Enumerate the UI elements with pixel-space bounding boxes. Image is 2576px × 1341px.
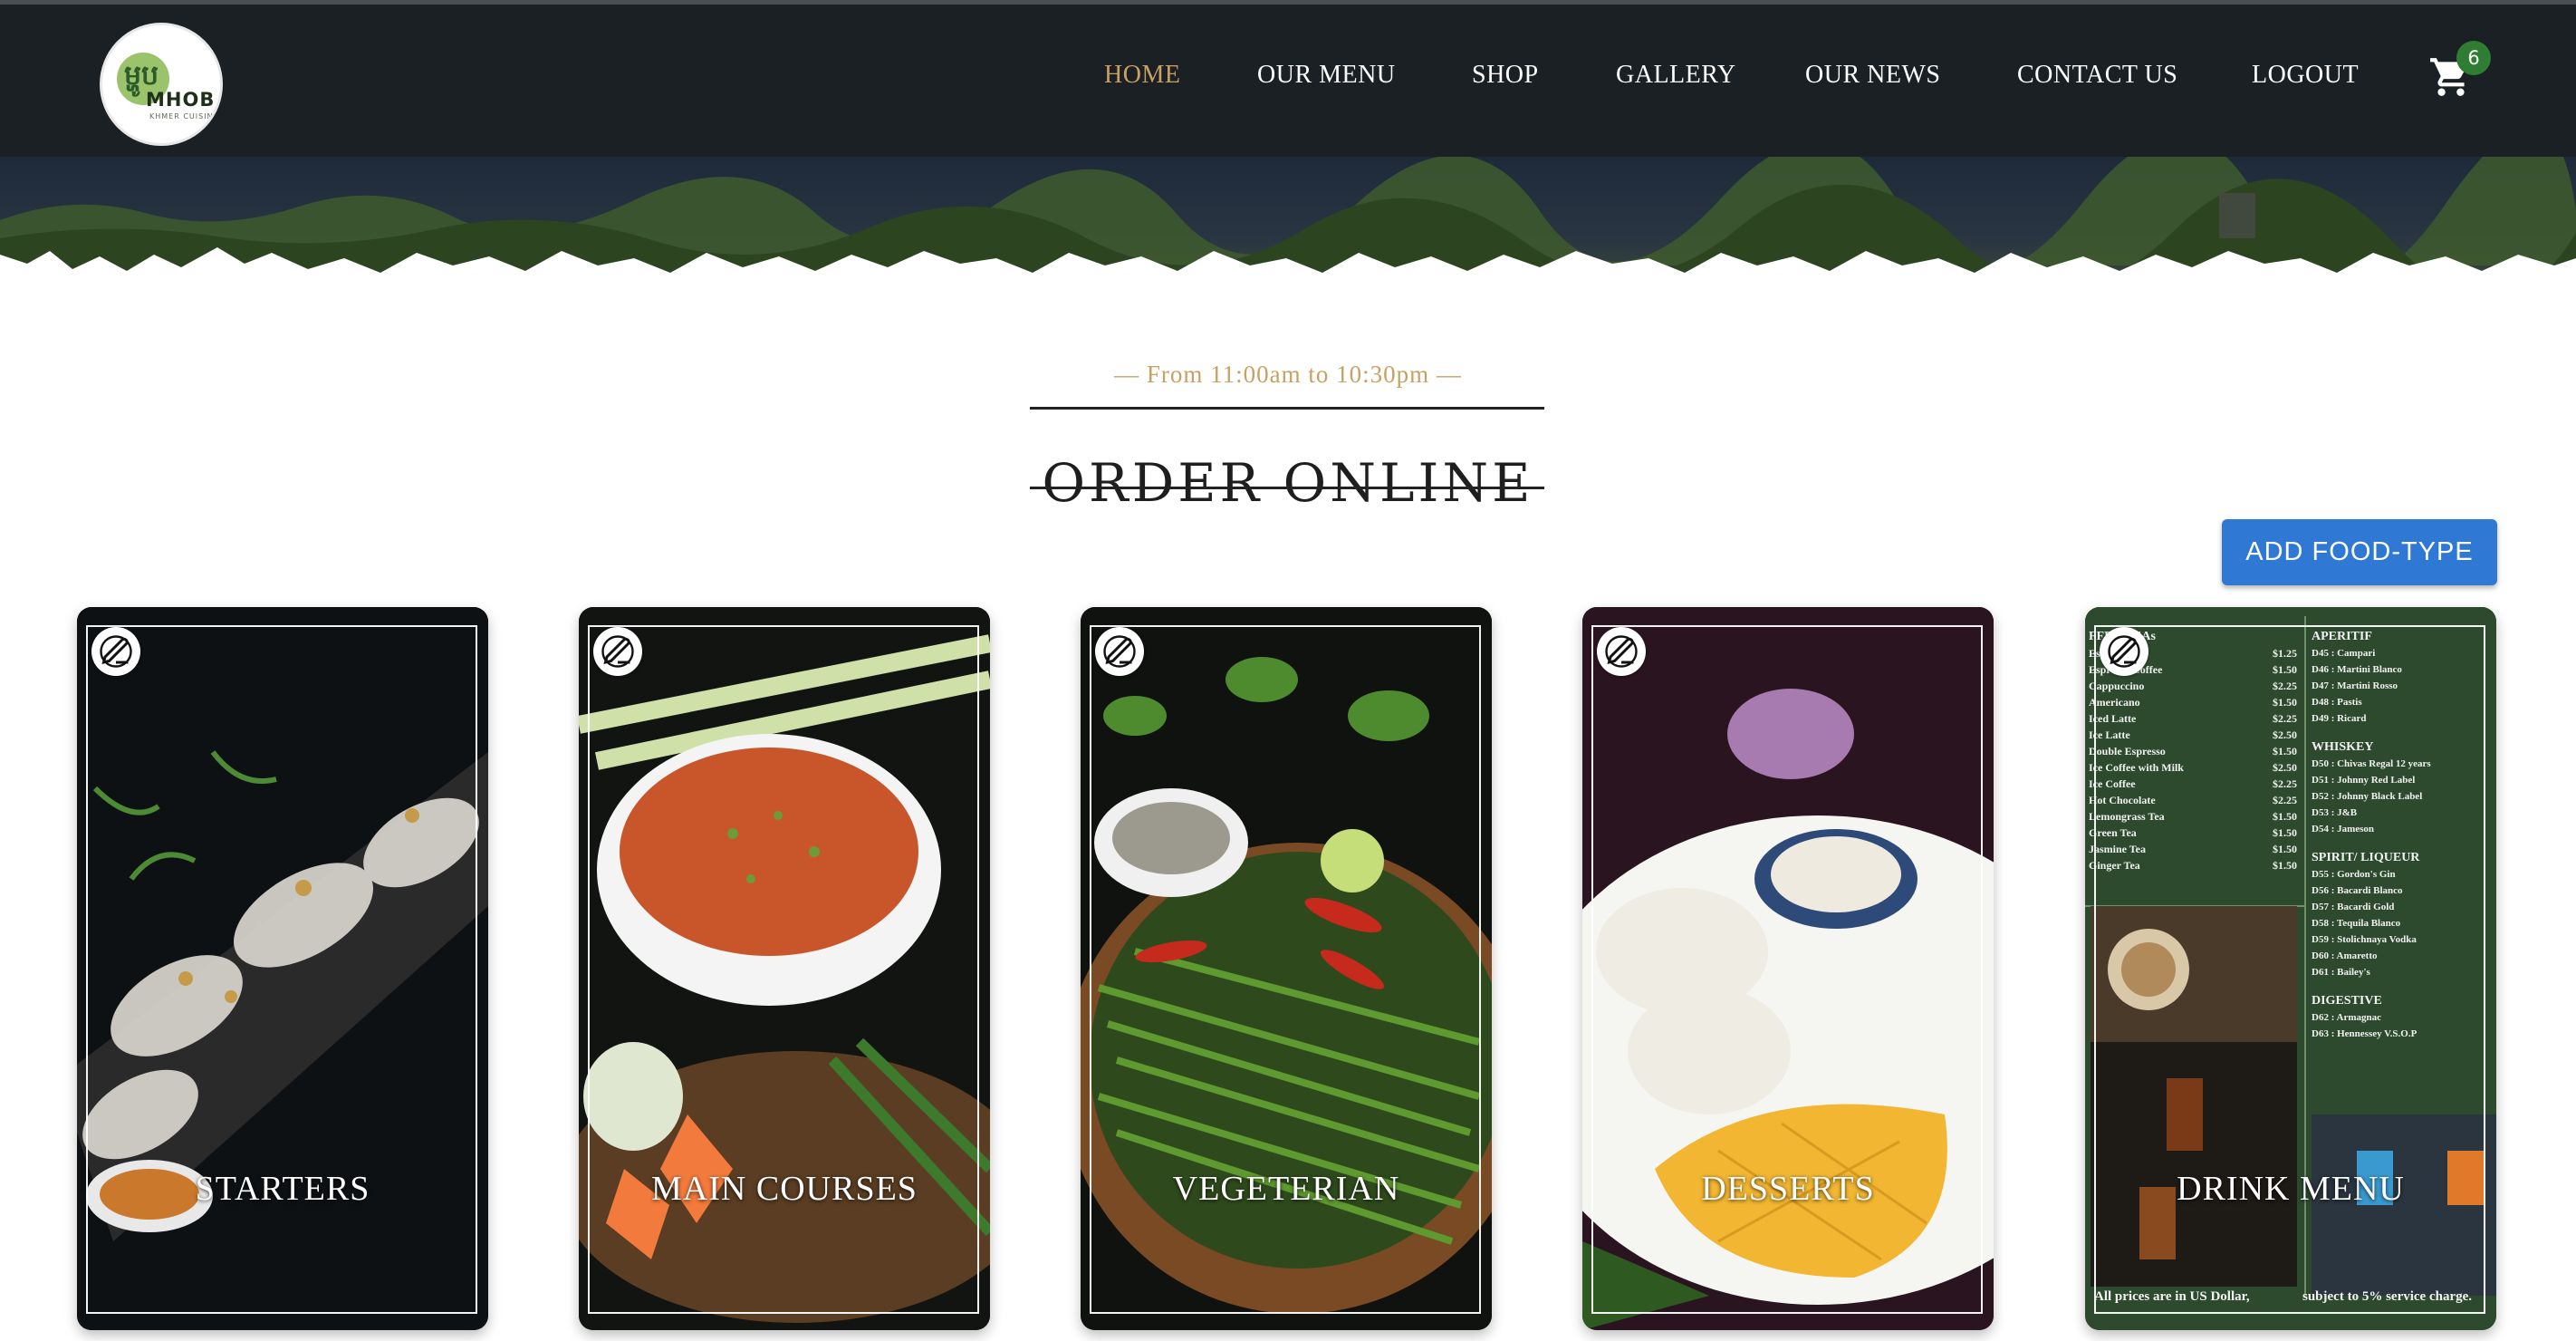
drink-menu-item-name: Hot Chocolate — [2089, 794, 2156, 806]
drink-menu-item-name: Americano — [2089, 696, 2140, 709]
drink-menu-item-price: $1.50 — [2273, 826, 2297, 839]
drink-menu-item-name: Ginger Tea — [2089, 859, 2140, 872]
category-card-vegeterian[interactable]: VEGETERIAN — [1081, 607, 1492, 1330]
drink-menu-item-price: $2.25 — [2273, 712, 2297, 725]
drink-menu-item-name: Iced Latte — [2089, 712, 2137, 725]
drink-menu-item: D63 : Hennessey V.S.O.P — [2312, 1028, 2417, 1039]
drink-menu-item-name: Ice Coffee — [2089, 777, 2136, 790]
drink-menu-item: D62 : Armagnac — [2312, 1012, 2381, 1023]
edit-icon[interactable] — [91, 627, 140, 676]
drink-menu-item: D54 : Jameson — [2312, 824, 2374, 835]
drink-menu-item-name: Lemongrass Tea — [2089, 810, 2165, 823]
drink-menu-item-price: $1.50 — [2273, 843, 2297, 855]
drink-menu-item: D61 : Bailey's — [2312, 967, 2370, 978]
drink-menu-item-price: $2.50 — [2273, 761, 2297, 774]
starters-image — [77, 607, 488, 1330]
drink-menu-item-price: $2.50 — [2273, 728, 2297, 741]
drink-menu-footer-left: All prices are in US Dollar, — [2094, 1289, 2250, 1304]
opening-hours: — From 11:00am to 10:30pm — — [1114, 361, 1462, 388]
cart-count-badge: 6 — [2456, 41, 2491, 75]
main-courses-image — [579, 607, 990, 1330]
drink-menu-item: D57 : Bacardi Gold — [2312, 902, 2394, 912]
category-card-desserts[interactable]: DESSERTS — [1582, 607, 1994, 1330]
main-nav: HOME OUR MENU SHOP GALLERY OUR NEWS CONT… — [0, 61, 2576, 97]
category-card-starters[interactable]: STARTERS — [77, 607, 488, 1330]
drink-menu-item: D50 : Chivas Regal 12 years — [2312, 758, 2431, 769]
title-rule-top — [1030, 407, 1544, 410]
nav-item-contact-us[interactable]: CONTACT US — [2017, 61, 2177, 90]
drink-menu-section-header: APERITIF — [2312, 630, 2372, 643]
category-card-drink-menu[interactable]: FFEE/TEAsEspresso$1.25Espresso Coffee$1.… — [2085, 607, 2496, 1330]
drink-menu-item-name: Ice Latte — [2089, 728, 2130, 741]
drink-menu-item-price: $1.50 — [2273, 663, 2297, 676]
drink-menu-item: D51 : Johnny Red Label — [2312, 775, 2415, 786]
drink-menu-item-name: Double Espresso — [2089, 745, 2166, 757]
drink-menu-section-header: WHISKEY — [2312, 740, 2373, 754]
card-label: MAIN COURSES — [651, 1170, 918, 1208]
drink-menu-item-price: $1.50 — [2273, 810, 2297, 823]
drink-menu-item-price: $1.50 — [2273, 696, 2297, 709]
drink-menu-item-price: $1.50 — [2273, 859, 2297, 872]
drink-menu-item: D47 : Martini Rosso — [2312, 680, 2398, 691]
drink-menu-item: D46 : Martini Blanco — [2312, 664, 2402, 675]
card-label: VEGETERIAN — [1172, 1170, 1400, 1208]
card-label: STARTERS — [195, 1170, 370, 1208]
drink-menu-item: D53 : J&B — [2312, 807, 2358, 818]
drink-menu-section-header: SPIRIT/ LIQUEUR — [2312, 851, 2420, 864]
drink-menu-image: FFEE/TEAsEspresso$1.25Espresso Coffee$1.… — [2085, 607, 2496, 1330]
title-rule-bottom — [1030, 487, 1544, 489]
drink-menu-item: D60 : Amaretto — [2312, 950, 2378, 961]
drink-menu-item: D48 : Pastis — [2312, 697, 2362, 708]
drink-menu-item-name: Cappuccino — [2089, 680, 2144, 692]
category-card-main-courses[interactable]: MAIN COURSES — [579, 607, 990, 1330]
drink-menu-item: D58 : Tequila Blanco — [2312, 918, 2401, 929]
nav-item-logout[interactable]: LOGOUT — [2252, 61, 2359, 90]
drink-menu-footer-right: subject to 5% service charge. — [2302, 1289, 2472, 1304]
edit-icon[interactable] — [593, 627, 642, 676]
drink-menu-item-price: $2.25 — [2273, 777, 2297, 790]
drink-menu-item-name: Ice Coffee with Milk — [2089, 761, 2184, 774]
drink-menu-item: D56 : Bacardi Blanco — [2312, 885, 2403, 896]
drink-menu-item: D59 : Stolichnaya Vodka — [2312, 934, 2417, 945]
page-title: ORDER ONLINE — [1042, 451, 1534, 514]
nav-item-gallery[interactable]: GALLERY — [1616, 61, 1736, 90]
nav-item-home[interactable]: HOME — [1104, 61, 1180, 90]
logo-subtitle: KHMER CUISINE — [149, 112, 219, 121]
drink-menu-item: D55 : Gordon's Gin — [2312, 869, 2396, 880]
drink-menu-item-price: $2.25 — [2273, 794, 2297, 806]
drink-menu-item-name: Jasmine Tea — [2089, 843, 2146, 855]
drink-menu-item-price: $2.25 — [2273, 680, 2297, 692]
drink-menu-item-price: $1.50 — [2273, 745, 2297, 757]
add-food-type-button[interactable]: ADD FOOD-TYPE — [2222, 519, 2497, 585]
drink-menu-item: D52 : Johnny Black Label — [2312, 791, 2422, 802]
drink-menu-section-header: DIGESTIVE — [2312, 994, 2382, 1008]
nav-item-shop[interactable]: SHOP — [1472, 61, 1539, 90]
drink-menu-item-name: Green Tea — [2089, 826, 2137, 839]
nav-item-our-news[interactable]: OUR NEWS — [1805, 61, 1940, 90]
card-label: DESSERTS — [1701, 1170, 1875, 1208]
drink-menu-item: D45 : Campari — [2312, 648, 2375, 659]
edit-icon[interactable] — [1095, 627, 1144, 676]
nav-item-our-menu[interactable]: OUR MENU — [1257, 61, 1396, 90]
drink-menu-item: D49 : Ricard — [2312, 713, 2367, 724]
edit-icon[interactable] — [2100, 627, 2148, 676]
hero-banner — [0, 126, 2576, 298]
desserts-image — [1582, 607, 1994, 1330]
vegeterian-image — [1081, 607, 1492, 1330]
drink-menu-item-price: $1.25 — [2273, 647, 2297, 660]
card-label: DRINK MENU — [2177, 1170, 2405, 1208]
edit-icon[interactable] — [1597, 627, 1646, 676]
